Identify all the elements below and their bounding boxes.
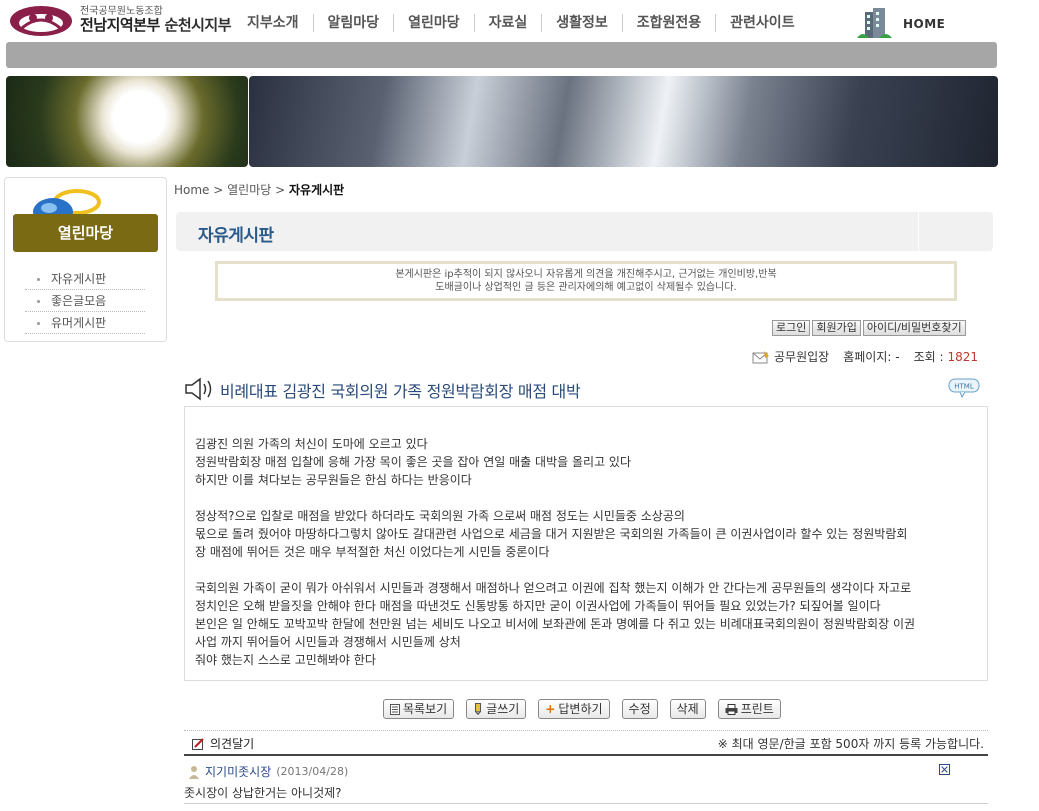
reply-button-label: 답변하기 <box>558 702 603 716</box>
union-logo-icon[interactable] <box>8 4 74 38</box>
nav-item-open[interactable]: 열린마당 <box>394 14 475 32</box>
post-body-line: 정상적?으로 입찰로 매점을 받았다 하더라도 국회의원 가족 으로써 매점 정… <box>195 509 685 523</box>
post-actions: 목록보기 글쓰기 + 답변하기 수정 삭제 프린트 <box>383 699 781 719</box>
edit-button-label: 수정 <box>628 702 651 716</box>
notice-line: 도배글이나 상업적인 글 등은 관리자에의해 예고없이 삭제될수 있습니다. <box>435 282 737 293</box>
breadcrumb-section[interactable]: 열린마당 <box>227 183 271 197</box>
sidebar-item-humor-board[interactable]: 유머게시판 <box>25 312 145 334</box>
post-body-line: 사업 까지 뛰어들어 시민들과 경쟁해서 시민들께 상처 <box>195 635 461 649</box>
org-title[interactable]: 전남지역본부 순천시지부 <box>80 14 232 35</box>
post-meta: 공무원입장 홈페이지: - 조회 : 1821 <box>752 348 978 365</box>
signup-button[interactable]: 회원가입 <box>812 320 861 336</box>
nav-item-members[interactable]: 조합원전용 <box>623 14 717 32</box>
comment-limit-note: ※ 최대 영문/한글 포함 500자 까지 등록 가능합니다. <box>717 737 984 751</box>
svg-text:HTML: HTML <box>954 383 974 391</box>
printer-icon <box>725 703 738 715</box>
banner-stream-image <box>249 76 998 167</box>
close-box-icon[interactable] <box>939 764 950 775</box>
board-title-box: 자유게시판 <box>176 212 993 251</box>
comment-author[interactable]: 지기미좃시장 <box>205 763 271 780</box>
edit-button[interactable]: 수정 <box>621 699 658 719</box>
post-title: 비례대표 김광진 국회의원 가족 정원박람회장 매점 대박 <box>220 382 581 401</box>
comment-author-line: 지기미좃시장 (2013/04/28) <box>188 763 348 780</box>
breadcrumb-separator: > <box>271 183 289 197</box>
notice-line: 본게시판은 ip추적이 되지 않사오니 자유롭게 의견을 개진해주시고, 근거없… <box>395 269 777 280</box>
post-body-line: 김광진 의원 가족의 처신이 도마에 오르고 있다 <box>195 437 428 451</box>
post-body-line: 본인은 일 안해도 꼬박꼬박 한달에 천만원 넘는 세비도 나오고 비서에 보좌… <box>195 617 916 631</box>
comment-text: 좃시장이 상납한거는 아니것제? <box>184 786 342 800</box>
banner-flower-image <box>6 76 248 167</box>
post-hits-label: 조회 : <box>913 350 944 364</box>
pencil-icon <box>475 703 482 715</box>
comment-date: (2013/04/28) <box>276 765 349 778</box>
comment-item: 지기미좃시장 (2013/04/28) 좃시장이 상납한거는 아니것제? <box>184 760 988 804</box>
member-buttons: 로그인 회원가입 아이디/비밀번호찾기 <box>772 320 966 336</box>
nav-item-notice[interactable]: 알림마당 <box>314 14 395 32</box>
title-divider <box>918 212 919 251</box>
org-title-accent: 순천시지부 <box>164 16 232 34</box>
post-hits: 1821 <box>947 349 979 364</box>
page-title: 자유게시판 <box>198 226 274 246</box>
comment-header: 의견달기 ※ 최대 영문/한글 포함 500자 까지 등록 가능합니다. <box>184 730 988 756</box>
print-button[interactable]: 프린트 <box>717 699 781 719</box>
plus-icon: + <box>545 702 556 716</box>
post-body-line: 장 매점에 뛰어든 것은 매우 부적절한 처신 이었다는게 시민들 중론이다 <box>195 545 550 559</box>
post-body: 김광진 의원 가족의 처신이 도마에 오르고 있다 정원박람회장 매점 입찰에 … <box>184 406 988 681</box>
delete-button[interactable]: 삭제 <box>669 699 706 719</box>
memo-pencil-icon <box>192 737 204 750</box>
find-account-button[interactable]: 아이디/비밀번호찾기 <box>862 320 966 336</box>
board-notice: 본게시판은 ip추적이 되지 않사오니 자유롭게 의견을 개진해주시고, 근거없… <box>215 261 957 301</box>
comment-header-title: 의견달기 <box>192 735 254 752</box>
write-button-label: 글쓰기 <box>486 702 520 716</box>
breadcrumb-current: 자유게시판 <box>288 183 345 197</box>
nav-item-about[interactable]: 지부소개 <box>233 14 314 32</box>
post-body-line: 줘야 했는지 스스로 고민해봐야 한다 <box>195 653 376 667</box>
post-body-line: 몫으로 돌려 줬어야 마땅하다그렇치 않아도 갈대관련 사업으로 세금을 대거 … <box>195 527 908 541</box>
nav-item-links[interactable]: 관련사이트 <box>716 14 808 32</box>
sidebar-title: 열린마당 <box>13 214 158 252</box>
sidebar: 열린마당 자유게시판 좋은글모음 유머게시판 <box>4 177 167 342</box>
post-body-line: 정치인은 오해 받을짓을 안해야 한다 매점을 따낸것도 신통방통 하지만 굳이… <box>195 599 881 613</box>
org-title-prefix: 전남지역본부 <box>80 16 165 34</box>
delete-button-label: 삭제 <box>676 702 699 716</box>
post-author[interactable]: 공무원입장 <box>774 348 829 365</box>
nav-item-library[interactable]: 자료실 <box>475 14 543 32</box>
letter-icon <box>752 350 769 363</box>
reply-button[interactable]: + 답변하기 <box>538 699 610 719</box>
speaker-icon <box>185 377 212 401</box>
html-speech-icon: HTML <box>948 378 980 398</box>
list-button[interactable]: 목록보기 <box>383 699 455 719</box>
breadcrumb: Home > 열린마당 > 자유게시판 <box>174 181 344 198</box>
nav-item-life[interactable]: 생활정보 <box>542 14 623 32</box>
post-title-row: 비례대표 김광진 국회의원 가족 정원박람회장 매점 대박 HTML <box>184 374 988 404</box>
print-button-label: 프린트 <box>740 702 774 716</box>
home-label: HOME <box>903 17 946 31</box>
building-icon <box>857 8 892 38</box>
list-icon <box>390 703 400 715</box>
list-button-label: 목록보기 <box>403 702 448 716</box>
post-body-line: 하지만 이를 쳐다보는 공무원들은 한심 하다는 반응이다 <box>195 473 472 487</box>
home-link[interactable]: HOME <box>855 8 945 40</box>
comment-header-label: 의견달기 <box>210 737 255 751</box>
login-button[interactable]: 로그인 <box>772 320 811 336</box>
post-body-line: 정원박람회장 매점 입찰에 응해 가장 목이 좋은 곳을 잡아 연일 매출 대박… <box>195 455 631 469</box>
breadcrumb-home[interactable]: Home <box>174 183 209 197</box>
breadcrumb-separator: > <box>209 183 228 197</box>
person-icon <box>189 765 199 779</box>
sub-nav-bar <box>6 42 997 68</box>
write-button[interactable]: 글쓰기 <box>466 699 527 719</box>
sidebar-menu: 자유게시판 좋은글모음 유머게시판 <box>25 268 145 334</box>
site-header: 전국공무원노동조합 전남지역본부 순천시지부 지부소개 알림마당 열린마당 자료… <box>0 0 1039 42</box>
sidebar-item-good-writings[interactable]: 좋은글모음 <box>25 290 145 312</box>
main-nav: 지부소개 알림마당 열린마당 자료실 생활정보 조합원전용 관련사이트 <box>233 14 809 32</box>
post-homepage: 홈페이지: - <box>843 350 900 364</box>
sidebar-item-free-board[interactable]: 자유게시판 <box>25 268 145 290</box>
post-body-line: 국회의원 가족이 굳이 뭐가 아쉬워서 시민들과 경쟁해서 매점하나 얻으려고 … <box>195 581 912 595</box>
